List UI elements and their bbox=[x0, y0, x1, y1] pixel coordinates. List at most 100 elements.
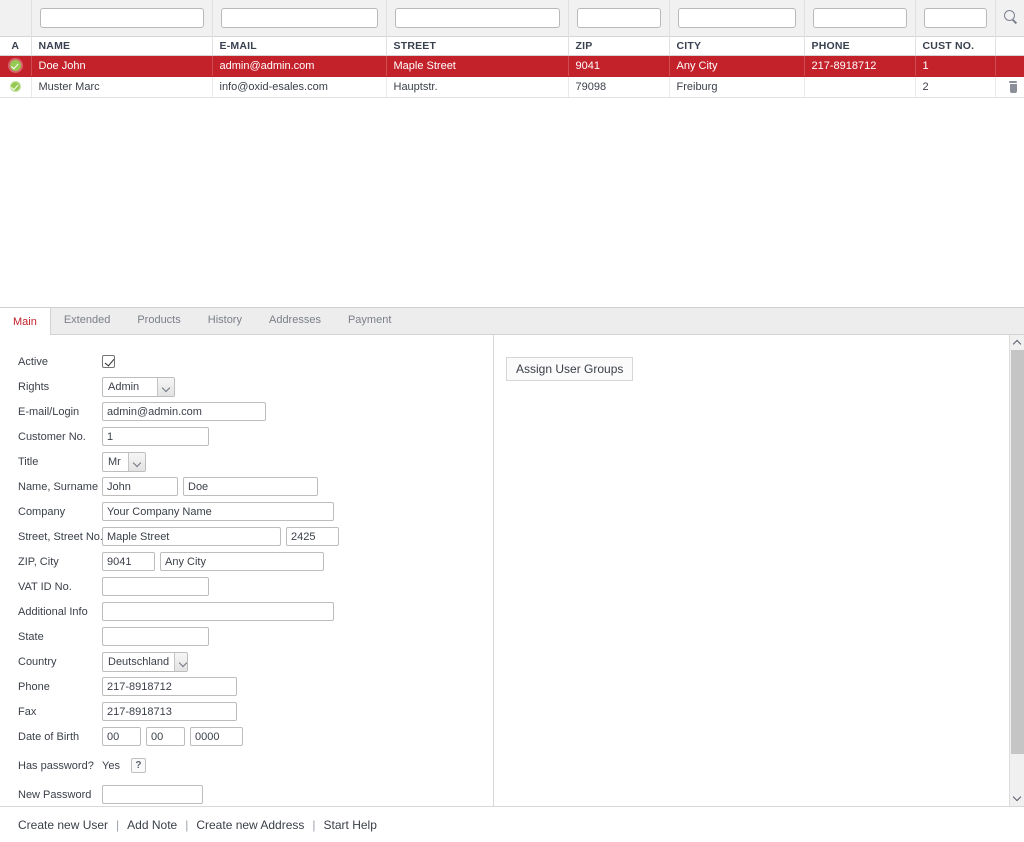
label-rights: Rights bbox=[18, 380, 50, 393]
row-name[interactable]: Doe John bbox=[31, 55, 213, 77]
field-row-additional-info: Additional Info bbox=[0, 599, 493, 624]
label-phone: Phone bbox=[18, 680, 50, 693]
vat-id-field[interactable] bbox=[102, 577, 209, 596]
chevron-down-icon[interactable] bbox=[1010, 791, 1024, 806]
field-row-zip-city: ZIP, City bbox=[0, 549, 493, 574]
assign-user-groups-button[interactable]: Assign User Groups bbox=[506, 357, 634, 381]
row-street[interactable]: Hauptstr. bbox=[386, 76, 569, 98]
city-field[interactable] bbox=[160, 552, 324, 571]
filter-input-name[interactable] bbox=[39, 7, 204, 28]
user-main-form: Active Rights Admin E-mail/Login Custome… bbox=[0, 335, 494, 806]
row-city[interactable]: Any City bbox=[669, 55, 805, 77]
column-header-street[interactable]: STREET bbox=[386, 35, 569, 56]
filter-input-city[interactable] bbox=[677, 7, 796, 28]
footer-actions: Create new User | Add Note | Create new … bbox=[0, 806, 1024, 842]
table-row[interactable]: Doe John admin@admin.com Maple Street 90… bbox=[0, 55, 1024, 77]
title-select[interactable]: Mr bbox=[102, 451, 146, 472]
zip-field[interactable] bbox=[102, 552, 155, 571]
rights-select[interactable]: Admin bbox=[102, 376, 175, 397]
tab-extended[interactable]: Extended bbox=[51, 307, 124, 334]
tab-history[interactable]: History bbox=[195, 307, 256, 334]
street-field[interactable] bbox=[102, 527, 281, 546]
street-number-field[interactable] bbox=[286, 527, 339, 546]
label-additional-info: Additional Info bbox=[18, 605, 88, 618]
table-row[interactable]: Muster Marc info@oxid-esales.com Hauptst… bbox=[0, 76, 1024, 98]
column-header-email[interactable]: E-MAIL bbox=[212, 35, 387, 56]
filter-input-phone[interactable] bbox=[812, 7, 907, 28]
row-street[interactable]: Maple Street bbox=[386, 55, 569, 77]
start-help-link[interactable]: Start Help bbox=[324, 818, 377, 832]
create-new-address-link[interactable]: Create new Address bbox=[196, 818, 304, 832]
filter-input-zip[interactable] bbox=[576, 7, 661, 28]
label-street: Street, Street No. bbox=[18, 530, 103, 543]
tab-main[interactable]: Main bbox=[0, 307, 51, 335]
row-custno[interactable]: 1 bbox=[915, 55, 996, 77]
company-field[interactable] bbox=[102, 502, 334, 521]
tab-payment[interactable]: Payment bbox=[335, 307, 405, 334]
has-password-value: Yes bbox=[102, 759, 120, 772]
active-checkbox[interactable] bbox=[102, 355, 115, 368]
chevron-up-icon[interactable] bbox=[1010, 335, 1024, 350]
row-zip[interactable]: 9041 bbox=[568, 55, 670, 77]
row-custno[interactable]: 2 bbox=[915, 76, 996, 98]
column-header-phone[interactable]: PHONE bbox=[804, 35, 916, 56]
filter-input-email[interactable] bbox=[220, 7, 378, 28]
last-name-field[interactable] bbox=[183, 477, 318, 496]
title-select-value: Mr bbox=[108, 455, 121, 468]
add-note-link[interactable]: Add Note bbox=[127, 818, 177, 832]
tab-addresses[interactable]: Addresses bbox=[256, 307, 335, 334]
state-field[interactable] bbox=[102, 627, 209, 646]
dob-month-field[interactable] bbox=[146, 727, 185, 746]
column-header-active[interactable]: A bbox=[0, 35, 32, 56]
row-name[interactable]: Muster Marc bbox=[31, 76, 213, 98]
row-phone[interactable] bbox=[804, 76, 916, 98]
fax-field[interactable] bbox=[102, 702, 237, 721]
label-new-password: New Password bbox=[18, 788, 92, 801]
first-name-field[interactable] bbox=[102, 477, 178, 496]
column-header-name[interactable]: NAME bbox=[31, 35, 213, 56]
user-grid: A NAME E-MAIL STREET ZIP CITY PHONE CUST… bbox=[0, 0, 1024, 98]
row-zip[interactable]: 79098 bbox=[568, 76, 670, 98]
column-header-zip[interactable]: ZIP bbox=[568, 35, 670, 56]
label-name-surname: Name, Surname bbox=[18, 480, 99, 493]
field-row-street: Street, Street No. bbox=[0, 524, 493, 549]
create-new-user-link[interactable]: Create new User bbox=[18, 818, 108, 832]
filter-input-street[interactable] bbox=[394, 7, 560, 28]
active-check-icon bbox=[9, 81, 21, 93]
field-row-state: State bbox=[0, 624, 493, 649]
rights-select-value: Admin bbox=[108, 380, 140, 393]
label-vat-id: VAT ID No. bbox=[18, 580, 72, 593]
additional-info-field[interactable] bbox=[102, 602, 334, 621]
row-actions bbox=[995, 76, 1024, 98]
search-icon[interactable] bbox=[1003, 10, 1019, 25]
filter-input-custno[interactable] bbox=[923, 7, 987, 28]
row-email[interactable]: info@oxid-esales.com bbox=[212, 76, 387, 98]
assign-user-groups-panel: Assign User Groups bbox=[494, 335, 1024, 806]
help-icon[interactable]: ? bbox=[130, 758, 146, 773]
chevron-down-icon bbox=[128, 452, 145, 471]
row-phone[interactable]: 217-8918712 bbox=[804, 55, 916, 77]
row-city[interactable]: Freiburg bbox=[669, 76, 805, 98]
label-state: State bbox=[18, 630, 44, 643]
column-header-custno[interactable]: CUST NO. bbox=[915, 35, 996, 56]
new-password-field[interactable] bbox=[102, 785, 203, 804]
field-row-active: Active bbox=[0, 349, 493, 374]
label-title: Title bbox=[18, 455, 39, 468]
phone-field[interactable] bbox=[102, 677, 237, 696]
row-status-cell bbox=[0, 55, 32, 77]
dob-year-field[interactable] bbox=[190, 727, 243, 746]
label-email-login: E-mail/Login bbox=[18, 405, 80, 418]
vertical-scrollbar[interactable] bbox=[1009, 335, 1024, 806]
active-check-icon bbox=[9, 60, 21, 72]
country-select[interactable]: Deutschland bbox=[102, 651, 188, 672]
tab-products[interactable]: Products bbox=[124, 307, 194, 334]
row-email[interactable]: admin@admin.com bbox=[212, 55, 387, 77]
dob-day-field[interactable] bbox=[102, 727, 141, 746]
filter-cell-zip bbox=[568, 0, 670, 36]
trash-icon[interactable] bbox=[1008, 80, 1018, 93]
email-login-field[interactable] bbox=[102, 402, 266, 421]
customer-no-field[interactable] bbox=[102, 427, 209, 446]
scrollbar-thumb[interactable] bbox=[1011, 350, 1024, 754]
tab-bar: Main Extended Products History Addresses… bbox=[0, 307, 1024, 335]
column-header-city[interactable]: CITY bbox=[669, 35, 805, 56]
